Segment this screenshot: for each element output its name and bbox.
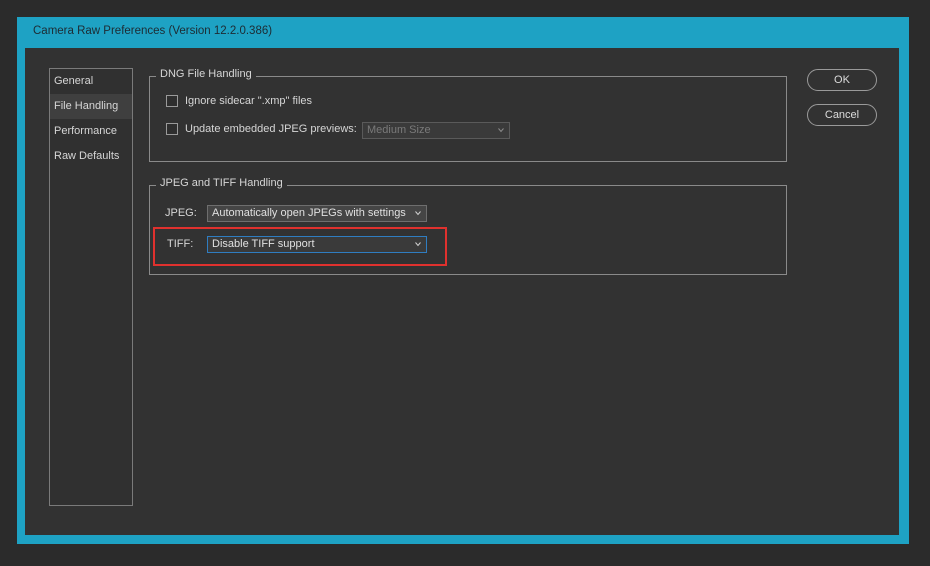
sidebar-item-file-handling[interactable]: File Handling xyxy=(50,94,132,119)
jpeg-handling-select[interactable]: Automatically open JPEGs with settings xyxy=(207,205,427,222)
sidebar-item-raw-defaults[interactable]: Raw Defaults xyxy=(50,144,132,169)
update-jpeg-row: Update embedded JPEG previews: xyxy=(166,123,357,135)
cancel-button[interactable]: Cancel xyxy=(807,104,877,126)
chevron-down-icon xyxy=(415,211,421,216)
tiff-highlight-box xyxy=(153,227,447,266)
sidebar: General File Handling Performance Raw De… xyxy=(49,68,133,506)
ok-button[interactable]: OK xyxy=(807,69,877,91)
window-title: Camera Raw Preferences (Version 12.2.0.3… xyxy=(33,25,273,37)
dng-group-title: DNG File Handling xyxy=(156,68,256,80)
preview-size-select[interactable]: Medium Size xyxy=(362,122,510,139)
ignore-sidecar-label: Ignore sidecar ".xmp" files xyxy=(185,95,313,107)
dialog-body: General File Handling Performance Raw De… xyxy=(25,48,899,535)
sidebar-item-general[interactable]: General xyxy=(50,69,132,94)
dng-file-handling-group: DNG File Handling Ignore sidecar ".xmp" … xyxy=(149,68,787,162)
update-jpeg-label: Update embedded JPEG previews: xyxy=(185,123,357,135)
ignore-sidecar-row: Ignore sidecar ".xmp" files xyxy=(166,95,312,107)
chevron-down-icon xyxy=(498,128,504,133)
preview-size-value: Medium Size xyxy=(367,124,431,136)
update-jpeg-checkbox[interactable] xyxy=(166,123,178,135)
jpeg-handling-value: Automatically open JPEGs with settings xyxy=(212,207,406,219)
jpeg-tiff-group-title: JPEG and TIFF Handling xyxy=(156,177,287,189)
jpeg-label: JPEG: xyxy=(165,207,197,219)
ignore-sidecar-checkbox[interactable] xyxy=(166,95,178,107)
sidebar-item-performance[interactable]: Performance xyxy=(50,119,132,144)
preferences-window: Camera Raw Preferences (Version 12.2.0.3… xyxy=(17,17,909,544)
